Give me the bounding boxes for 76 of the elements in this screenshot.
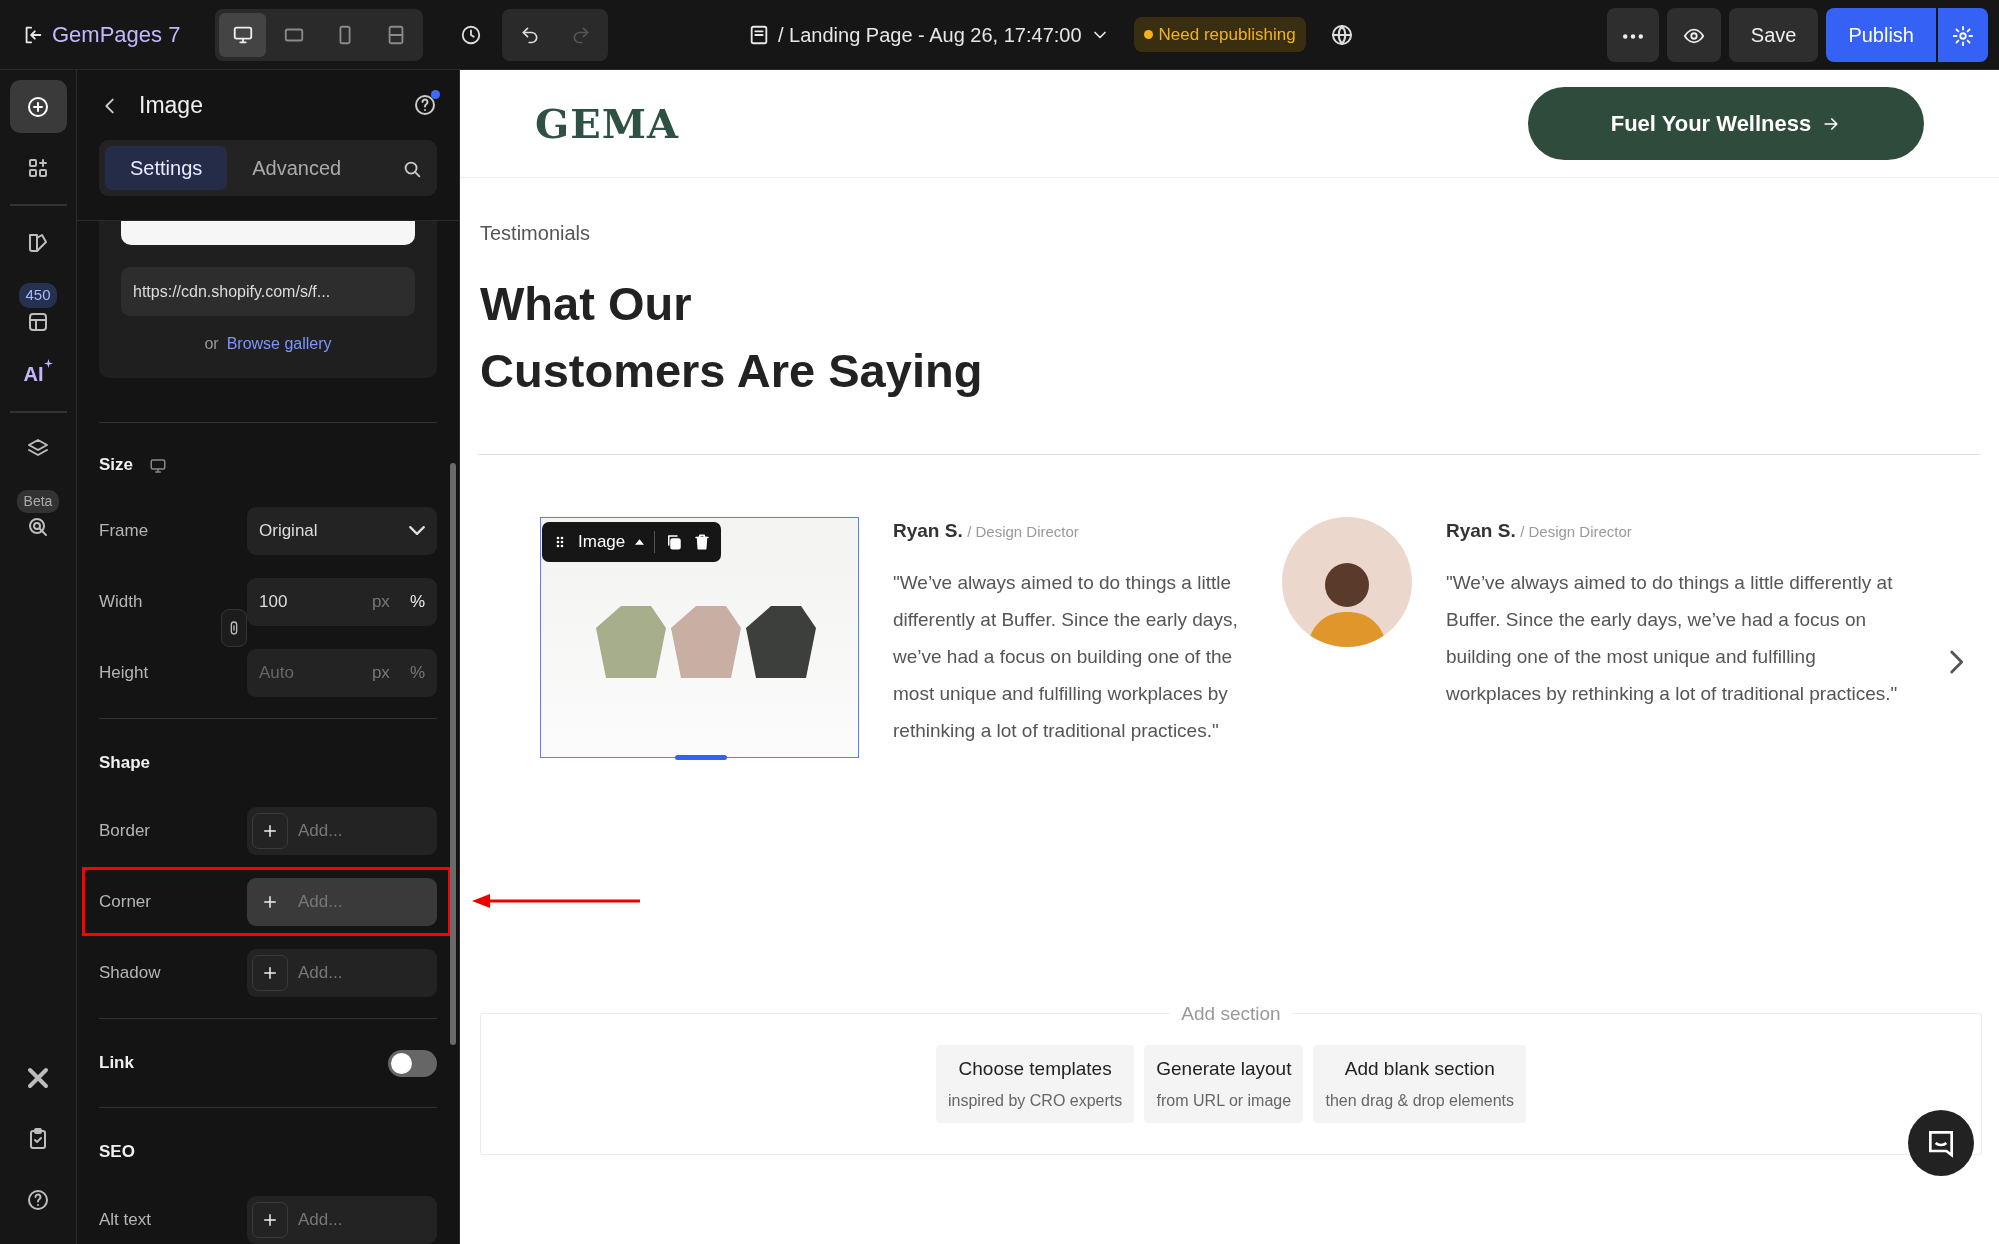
preview-button[interactable] bbox=[1666, 7, 1721, 62]
status-badge: Need republishing bbox=[1133, 16, 1306, 53]
panel-tab[interactable]: Settings bbox=[105, 146, 228, 190]
add-section-option[interactable]: Generate layout from URL or image bbox=[1144, 1044, 1304, 1124]
link-ratio-button[interactable] bbox=[221, 609, 247, 647]
field-label: Alt text bbox=[99, 1208, 151, 1231]
more-icon bbox=[1622, 33, 1643, 39]
photo-placeholder[interactable]: Image bbox=[540, 517, 859, 758]
logo: GEMA bbox=[535, 98, 679, 149]
panel-title: Image bbox=[139, 90, 204, 120]
sidebar-item[interactable]: AI bbox=[9, 347, 67, 401]
resize-handle[interactable] bbox=[675, 755, 727, 760]
panel-tab[interactable]: Advanced bbox=[227, 146, 367, 190]
unit-option[interactable]: % bbox=[409, 659, 425, 686]
url-field[interactable]: https://cdn.shopify.com/s/f... bbox=[121, 267, 415, 316]
undo-icon bbox=[519, 24, 540, 45]
device-toggle[interactable] bbox=[219, 12, 266, 57]
sidebar-item[interactable] bbox=[9, 80, 67, 133]
section-heading: Size bbox=[99, 454, 134, 477]
section-eyebrow: Testimonials bbox=[480, 221, 592, 246]
unit-option[interactable]: px bbox=[371, 588, 390, 615]
cta-button[interactable]: Fuel Your Wellness bbox=[1528, 87, 1924, 160]
author-name: Ryan S. bbox=[893, 520, 963, 541]
trash-icon[interactable] bbox=[693, 533, 712, 551]
field-label: Shadow bbox=[99, 961, 161, 984]
add-field[interactable]: Add... bbox=[247, 948, 437, 997]
sidebar-item[interactable]: 450 bbox=[9, 277, 67, 340]
author-name: Ryan S. bbox=[1446, 520, 1516, 541]
browse-gallery-link[interactable]: Browse gallery bbox=[226, 332, 332, 356]
ai-label: AI bbox=[23, 362, 44, 387]
page-icon bbox=[748, 23, 770, 46]
frame-dropdown[interactable]: Original bbox=[247, 506, 437, 555]
add-section-option[interactable]: Choose templates inspired by CRO experts bbox=[935, 1044, 1135, 1124]
add-section-option[interactable]: Add blank section then drag & drop elements bbox=[1313, 1044, 1527, 1124]
link-toggle[interactable] bbox=[388, 1049, 437, 1077]
desktop-icon[interactable] bbox=[149, 456, 168, 475]
help-icon[interactable] bbox=[413, 93, 437, 117]
testimonial-quote: "We’ve always aimed to do things a little differently at Buffer. Since the early days, we’ve had a focus on building one of the most unique and fulfilling workplaces by rethinking a lot of traditional practices." bbox=[1446, 570, 1899, 706]
page-title[interactable]: / Landing Page - Aug 26, 17:47:00 bbox=[778, 19, 1082, 50]
copy-icon[interactable] bbox=[665, 533, 684, 551]
x-icon bbox=[26, 1065, 50, 1090]
width-field[interactable]: 100 px % bbox=[247, 577, 437, 626]
add-field[interactable]: Add... bbox=[247, 1195, 437, 1244]
testimonial-quote: "We’ve always aimed to do things a little differently at Buffer. Since the early days, we’ve had a focus on building one of the most unique and fulfilling workplaces by rethinking a lot of traditional practices." bbox=[893, 570, 1239, 743]
field-label: Link bbox=[99, 1052, 134, 1075]
section-heading: SEO bbox=[99, 1141, 135, 1164]
height-field[interactable]: Auto px % bbox=[247, 648, 437, 697]
field-label: Width bbox=[99, 590, 143, 613]
notification-dot bbox=[431, 90, 440, 99]
field-label: Height bbox=[99, 661, 149, 684]
add-icon bbox=[26, 94, 50, 119]
caret-up-icon[interactable] bbox=[635, 539, 645, 545]
settings-icon bbox=[1952, 25, 1974, 48]
author-role: / Design Director bbox=[1520, 523, 1632, 540]
sidebar-item[interactable]: Beta bbox=[9, 483, 67, 545]
sparkle-icon bbox=[43, 359, 53, 368]
save-button[interactable]: Save bbox=[1728, 7, 1819, 62]
chevron-down-icon bbox=[409, 526, 425, 535]
publish-button[interactable]: Publish bbox=[1826, 7, 1936, 62]
brand-name: GemPages 7 bbox=[52, 21, 181, 49]
unit-option[interactable]: % bbox=[409, 588, 425, 615]
section-heading: Shape bbox=[99, 752, 151, 775]
author-role: / Design Director bbox=[967, 523, 1079, 540]
or-text: or bbox=[204, 334, 219, 354]
field-label: Border bbox=[99, 819, 151, 842]
element-label[interactable]: Image bbox=[578, 529, 626, 555]
help-icon bbox=[26, 1187, 50, 1212]
unit-option[interactable]: px bbox=[371, 659, 390, 686]
clock-icon bbox=[459, 23, 482, 46]
globe-icon[interactable] bbox=[1329, 22, 1354, 47]
settings-button[interactable] bbox=[1938, 7, 1988, 62]
field-label: Frame bbox=[99, 519, 149, 542]
field-label: Corner bbox=[99, 890, 151, 913]
section-heading: What Our Customers Are Saying bbox=[480, 276, 984, 399]
scrollbar[interactable] bbox=[450, 463, 456, 1045]
add-field[interactable]: Add... bbox=[247, 806, 437, 855]
